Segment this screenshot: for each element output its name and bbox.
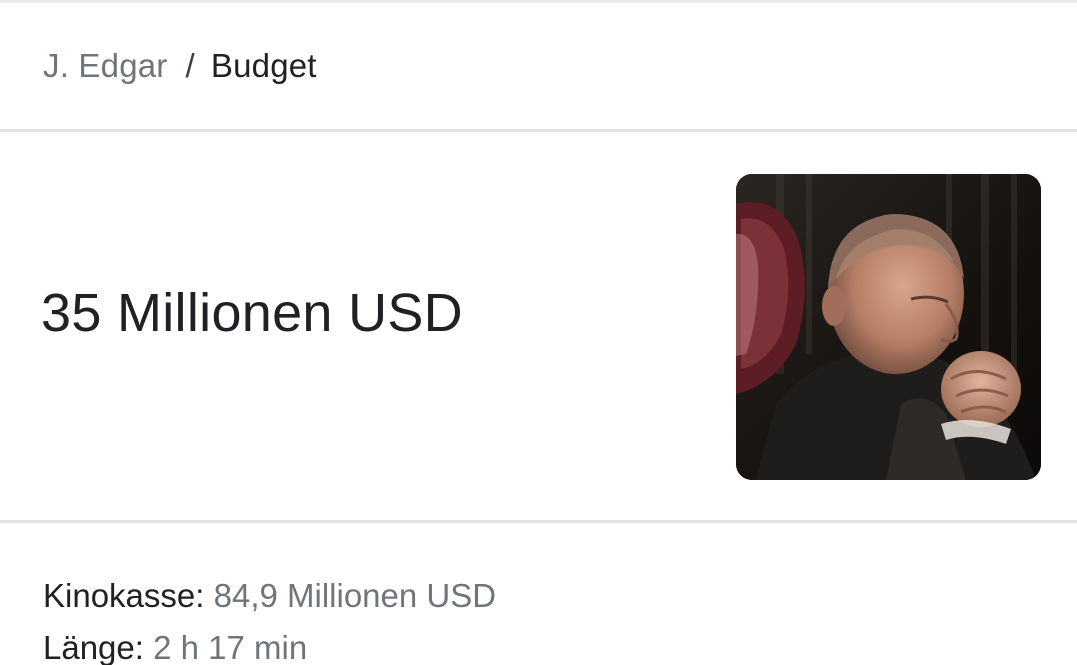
fact-value: 84,9 Millionen USD: [213, 577, 497, 614]
section-divider: [0, 129, 1077, 132]
fact-row-box-office: Kinokasse: 84,9 Millionen USD: [43, 570, 496, 622]
knowledge-panel: J. Edgar / Budget 35 Millionen USD Kinok…: [0, 0, 1077, 665]
breadcrumb-current: Budget: [210, 47, 317, 84]
breadcrumb-separator: /: [185, 47, 195, 84]
movie-thumbnail[interactable]: [736, 174, 1041, 480]
budget-answer: 35 Millionen USD: [41, 283, 463, 343]
fact-label[interactable]: Länge:: [43, 629, 144, 665]
facts-list: Kinokasse: 84,9 Millionen USD Länge: 2 h…: [43, 570, 496, 665]
top-divider: [0, 0, 1077, 3]
breadcrumb: J. Edgar / Budget: [43, 44, 317, 88]
fact-label[interactable]: Kinokasse:: [43, 577, 204, 614]
fact-value: 2 h 17 min: [153, 629, 308, 665]
person-photo-icon: [736, 174, 1041, 480]
section-divider: [0, 520, 1077, 523]
fact-row-runtime: Länge: 2 h 17 min: [43, 622, 496, 665]
breadcrumb-parent-link[interactable]: J. Edgar: [43, 47, 168, 85]
